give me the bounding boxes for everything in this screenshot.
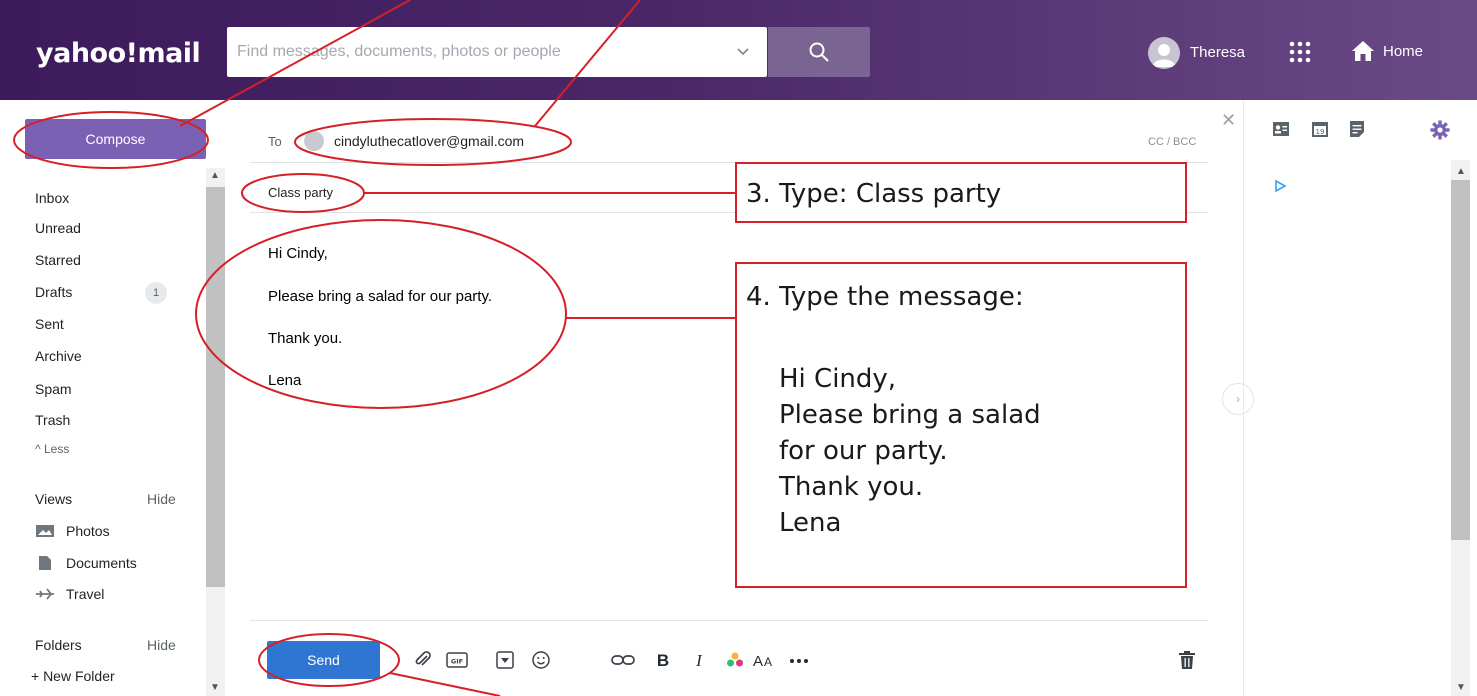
svg-text:A: A [753, 653, 763, 670]
drafts-count-badge: 1 [145, 282, 167, 304]
views-hide-link[interactable]: Hide [147, 491, 176, 507]
svg-text:19: 19 [1316, 128, 1325, 136]
compose-button[interactable]: Compose [25, 119, 206, 159]
sidebar-scroll-down-icon[interactable]: ▼ [210, 682, 220, 693]
home-link[interactable]: Home [1351, 40, 1423, 62]
calendar-icon[interactable]: 19 [1311, 120, 1329, 138]
folders-hide-link[interactable]: Hide [147, 637, 176, 653]
home-label: Home [1383, 42, 1424, 60]
document-icon [39, 556, 51, 570]
italic-icon[interactable]: I [690, 650, 708, 670]
to-label: To [268, 134, 282, 149]
avatar[interactable] [1148, 37, 1180, 69]
airplane-icon [36, 588, 54, 600]
recipient-avatar [304, 131, 324, 151]
attachment-icon[interactable] [413, 650, 433, 670]
views-heading: Views [35, 491, 73, 507]
message-body-line[interactable]: Hi Cindy, [268, 245, 328, 262]
sidebar-item-archive[interactable]: Archive [35, 348, 82, 364]
sidebar-item-documents[interactable]: Documents [66, 555, 137, 571]
link-icon[interactable] [611, 650, 635, 670]
sidebar-less-toggle[interactable]: ^ Less [35, 442, 69, 456]
font-size-icon[interactable]: A A [752, 650, 776, 670]
user-avatar-icon [1152, 44, 1176, 67]
message-body-line[interactable]: Thank you. [268, 330, 342, 347]
step4-callout: 4. Type the message: Hi Cindy, Please br… [735, 262, 1187, 588]
folders-heading: Folders [35, 637, 82, 653]
toolbar-divider [250, 620, 1208, 621]
bold-icon[interactable]: B [654, 650, 672, 670]
home-icon [1352, 41, 1374, 61]
step3-callout-text: 3. Type: Class party [746, 179, 1002, 209]
photo-icon [36, 525, 54, 537]
svg-text:GIF: GIF [451, 658, 463, 666]
rail-scrollbar-thumb[interactable] [1451, 180, 1470, 540]
cc-bcc-link[interactable]: CC / BCC [1148, 136, 1196, 148]
new-folder-link[interactable]: + New Folder [31, 668, 115, 684]
rail-divider [1243, 100, 1244, 696]
expand-rail-chevron-icon[interactable]: › [1222, 383, 1254, 415]
sidebar-item-unread[interactable]: Unread [35, 220, 81, 236]
sidebar-scroll-up-icon[interactable]: ▲ [210, 170, 220, 181]
close-compose-icon[interactable]: ✕ [1221, 110, 1236, 131]
user-name[interactable]: Theresa [1190, 44, 1245, 61]
settings-gear-icon[interactable] [1430, 120, 1450, 140]
step4-callout-title: 4. Type the message: [746, 282, 1024, 312]
sidebar-item-starred[interactable]: Starred [35, 252, 81, 268]
message-body-line[interactable]: Lena [268, 372, 301, 389]
search-icon [809, 42, 829, 62]
text-color-icon[interactable] [725, 650, 745, 670]
subject-field[interactable]: Class party [268, 185, 333, 200]
sidebar-item-travel[interactable]: Travel [66, 586, 104, 602]
app-header: yahoo!mail Theresa Home [0, 0, 1477, 100]
sticker-icon[interactable] [495, 650, 515, 670]
discard-draft-icon[interactable] [1178, 650, 1196, 670]
sidebar-item-drafts[interactable]: Drafts [35, 284, 72, 300]
svg-text:I: I [695, 651, 703, 670]
step4-callout-line: Please bring a salad [779, 400, 1041, 430]
svg-text:B: B [657, 651, 669, 670]
rail-scroll-up-icon[interactable]: ▲ [1456, 166, 1466, 177]
search-options-chevron-icon[interactable] [732, 40, 754, 62]
sidebar-item-trash[interactable]: Trash [35, 412, 70, 428]
sidebar-item-sent[interactable]: Sent [35, 316, 64, 332]
apps-grid-icon[interactable] [1288, 40, 1312, 64]
search-box[interactable] [227, 27, 767, 77]
gif-icon[interactable]: GIF [446, 650, 468, 670]
yahoo-mail-logo[interactable]: yahoo!mail [36, 38, 201, 69]
search-input[interactable] [237, 27, 717, 77]
to-field-recipient[interactable]: cindyluthecatlover@gmail.com [334, 133, 524, 149]
sidebar-item-spam[interactable]: Spam [35, 381, 72, 397]
svg-text:A: A [764, 655, 772, 669]
step4-callout-line: Lena [779, 508, 842, 538]
send-button[interactable]: Send [267, 641, 380, 679]
search-button[interactable] [768, 27, 870, 77]
step4-callout-line: Hi Cindy, [779, 364, 897, 394]
ad-choices-icon[interactable] [1274, 180, 1286, 192]
step4-callout-line: for our party. [779, 436, 948, 466]
message-body-line[interactable]: Please bring a salad for our party. [268, 288, 492, 305]
more-options-icon[interactable] [788, 650, 810, 670]
rail-scroll-down-icon[interactable]: ▼ [1456, 682, 1466, 693]
sidebar-item-inbox[interactable]: Inbox [35, 190, 69, 206]
contacts-icon[interactable] [1272, 120, 1290, 138]
notepad-icon[interactable] [1348, 120, 1366, 138]
sidebar-scrollbar-thumb[interactable] [206, 187, 225, 587]
step3-callout: 3. Type: Class party [735, 162, 1187, 223]
sidebar-item-photos[interactable]: Photos [66, 523, 110, 539]
emoji-icon[interactable] [531, 650, 551, 670]
step4-callout-line: Thank you. [779, 472, 924, 502]
